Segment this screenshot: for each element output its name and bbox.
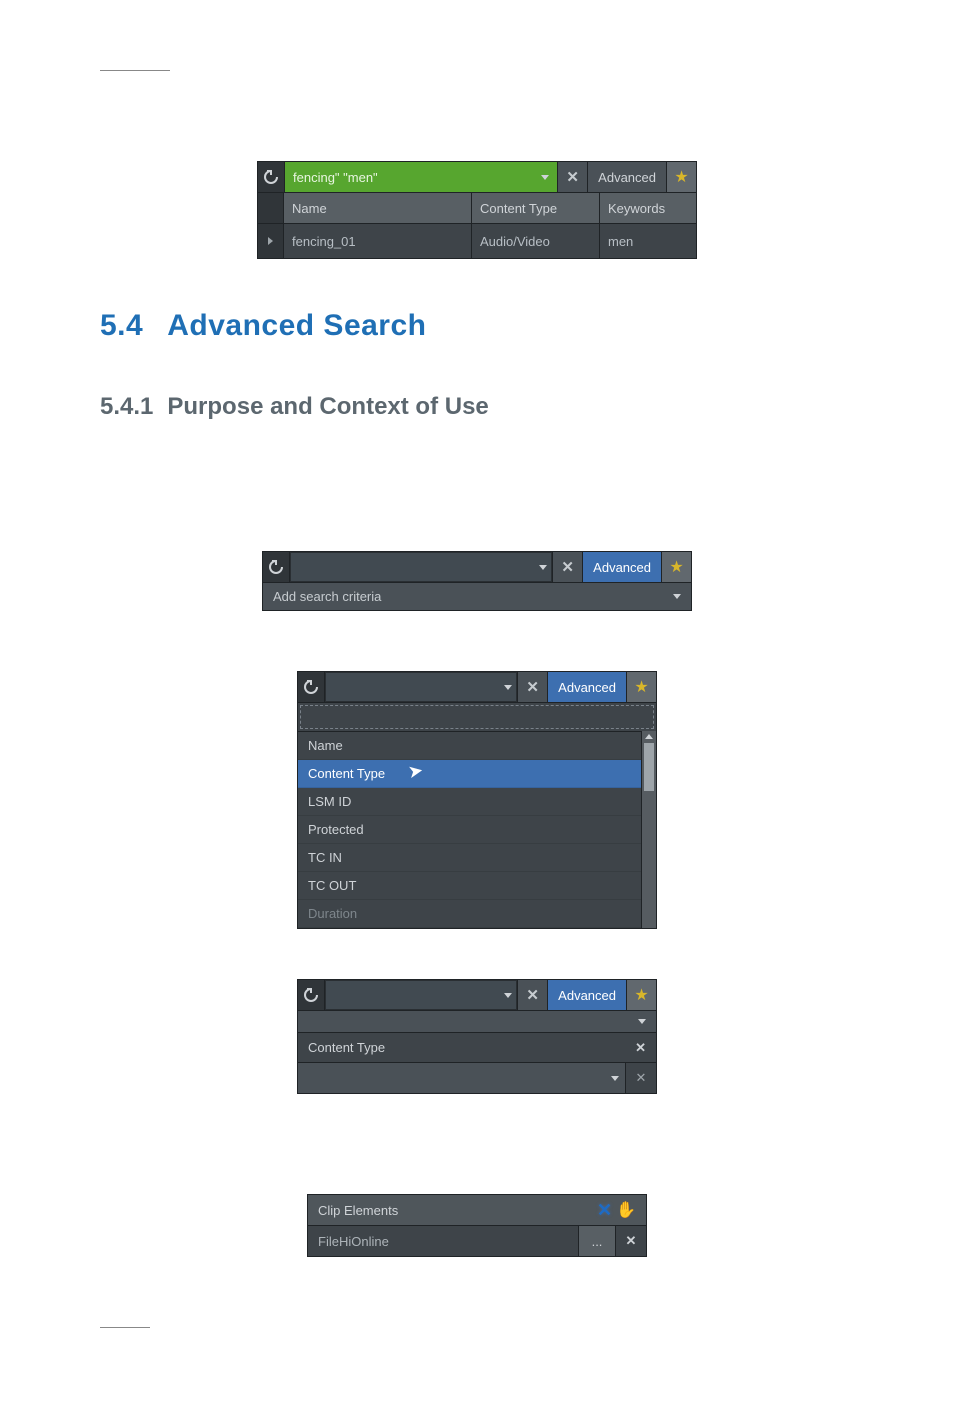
- close-icon: ✕: [526, 678, 539, 696]
- star-icon: ★: [669, 557, 683, 577]
- advanced-button-active[interactable]: Advanced: [582, 552, 661, 582]
- group-label: Clip Elements: [318, 1203, 398, 1218]
- clear-search-button[interactable]: ✕: [552, 552, 582, 582]
- add-criteria-label: Add search criteria: [273, 589, 381, 604]
- favorite-button[interactable]: ★: [626, 672, 656, 702]
- close-icon: ✕: [526, 986, 539, 1004]
- refresh-icon[interactable]: [298, 980, 325, 1010]
- dropdown-item-protected[interactable]: Protected: [298, 816, 641, 844]
- cursor-icon: ➤: [406, 760, 425, 783]
- criterion-label-row: Content Type ✕: [298, 1032, 656, 1062]
- star-icon: ★: [674, 167, 688, 187]
- star-icon: ★: [634, 677, 648, 697]
- search-input[interactable]: fencing" "men": [285, 162, 557, 192]
- cell-content-type[interactable]: Audio/Video: [472, 224, 600, 258]
- chevron-down-icon[interactable]: [504, 685, 512, 690]
- section-title: Advanced Search: [167, 309, 426, 342]
- clear-search-button[interactable]: ✕: [557, 162, 587, 192]
- dropdown-item-duration[interactable]: Duration: [298, 900, 641, 928]
- search-input[interactable]: [325, 980, 517, 1010]
- hand-cursor-icon: ✋: [616, 1200, 636, 1220]
- clear-search-button[interactable]: ✕: [517, 980, 547, 1010]
- subsection-heading: 5.4.1 Purpose and Context of Use: [100, 393, 854, 421]
- favorite-button[interactable]: ★: [666, 162, 696, 192]
- figure-advanced-bar: ✕ Advanced ★ Add search criteria: [262, 551, 692, 611]
- favorite-button[interactable]: ★: [626, 980, 656, 1010]
- chevron-down-icon[interactable]: [539, 565, 547, 570]
- group-header: Clip Elements ✕ ✋: [308, 1195, 646, 1225]
- dropdown-item-lsm-id[interactable]: LSM ID: [298, 788, 641, 816]
- criterion-value-select[interactable]: [298, 1063, 625, 1093]
- clear-search-button[interactable]: ✕: [517, 672, 547, 702]
- refresh-icon[interactable]: [298, 672, 325, 702]
- favorite-button[interactable]: ★: [661, 552, 691, 582]
- dropdown-item-tc-out[interactable]: TC OUT: [298, 872, 641, 900]
- chevron-down-icon[interactable]: [673, 594, 681, 599]
- chevron-down-icon[interactable]: [541, 175, 549, 180]
- add-criteria-bar[interactable]: Add search criteria: [263, 582, 691, 610]
- star-icon: ★: [634, 985, 648, 1005]
- dropdown-item-tc-in[interactable]: TC IN: [298, 844, 641, 872]
- page-rule-top: [100, 70, 170, 71]
- criterion-name: Content Type: [308, 1040, 385, 1055]
- figure-clip-elements: Clip Elements ✕ ✋ FileHiOnline ... ✕: [307, 1194, 647, 1257]
- dropdown-item-name[interactable]: Name: [298, 732, 641, 760]
- close-icon: ✕: [566, 168, 579, 186]
- column-header-content-type[interactable]: Content Type: [472, 192, 600, 224]
- figure-selected-criterion: ✕ Advanced ★ Content Type ✕ ✕: [297, 979, 657, 1094]
- section-number: 5.4: [100, 309, 143, 342]
- remove-value-button[interactable]: ✕: [625, 1063, 656, 1093]
- caret-right-icon: [268, 237, 273, 245]
- chevron-down-icon[interactable]: [504, 993, 512, 998]
- search-value: fencing" "men": [293, 170, 378, 185]
- scroll-up-icon: [645, 734, 653, 739]
- advanced-button[interactable]: Advanced: [587, 162, 666, 192]
- remove-field-button[interactable]: ✕: [615, 1226, 646, 1256]
- dropdown-item-content-type[interactable]: Content Type ➤: [298, 760, 641, 788]
- remove-group-button[interactable]: ✕: [597, 1200, 612, 1221]
- column-header-name[interactable]: Name: [284, 192, 472, 224]
- cell-keywords[interactable]: men: [600, 224, 696, 258]
- remove-criterion-button[interactable]: ✕: [635, 1040, 646, 1056]
- dropdown-scrollbar[interactable]: [641, 731, 656, 928]
- criteria-input-active[interactable]: [300, 705, 654, 729]
- refresh-icon[interactable]: [258, 162, 285, 192]
- chevron-down-icon[interactable]: [611, 1076, 619, 1081]
- figure-criteria-dropdown: ✕ Advanced ★ Name Content Type ➤ LSM ID …: [297, 671, 657, 929]
- subsection-number: 5.4.1: [100, 393, 153, 420]
- search-input[interactable]: [290, 552, 552, 582]
- cell-name[interactable]: fencing_01: [284, 224, 472, 258]
- chevron-down-icon[interactable]: [638, 1019, 646, 1024]
- browse-button[interactable]: ...: [578, 1226, 615, 1256]
- row-expand-toggle[interactable]: [258, 224, 284, 258]
- advanced-button-active[interactable]: Advanced: [547, 672, 626, 702]
- field-label: FileHiOnline: [308, 1226, 578, 1256]
- subsection-title: Purpose and Context of Use: [167, 393, 488, 420]
- advanced-button-active[interactable]: Advanced: [547, 980, 626, 1010]
- column-header-keywords[interactable]: Keywords: [600, 192, 696, 224]
- close-icon: ✕: [561, 558, 574, 576]
- search-input[interactable]: [325, 672, 517, 702]
- row-toggle-header: [258, 192, 284, 224]
- refresh-icon[interactable]: [263, 552, 290, 582]
- section-heading: 5.4 Advanced Search: [100, 309, 854, 343]
- add-criteria-collapsed[interactable]: [298, 1010, 656, 1032]
- page-rule-bottom: [100, 1327, 150, 1328]
- criteria-dropdown: Name Content Type ➤ LSM ID Protected TC …: [298, 731, 641, 928]
- figure-quick-search-results: fencing" "men" ✕ Advanced ★ Name Content…: [257, 161, 697, 259]
- scroll-thumb[interactable]: [644, 743, 654, 791]
